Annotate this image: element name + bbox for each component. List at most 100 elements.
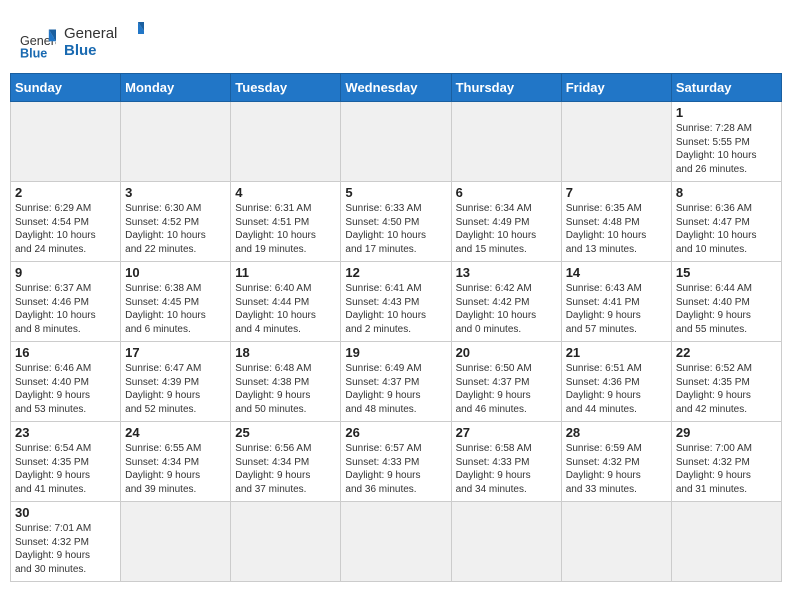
calendar-cell: 26Sunrise: 6:57 AMSunset: 4:33 PMDayligh…	[341, 422, 451, 502]
calendar-cell: 4Sunrise: 6:31 AMSunset: 4:51 PMDaylight…	[231, 182, 341, 262]
week-row-4: 16 Sunrise: 6:46 AMSunset: 4:40 PMDayligh…	[11, 342, 782, 422]
day-info: Sunrise: 6:50 AMSunset: 4:37 PMDaylight:…	[456, 362, 557, 416]
day-info: Sunrise: 6:54 AMSunset: 4:35 PMDaylight:…	[15, 442, 116, 496]
day-info: Sunrise: 6:59 AMSunset: 4:32 PMDaylight:…	[566, 442, 667, 496]
day-number: 3	[125, 185, 226, 200]
day-info: Sunrise: 6:38 AMSunset: 4:45 PMDaylight:…	[125, 282, 226, 336]
calendar-cell: 13 Sunrise: 6:42 AMSunset: 4:42 PMDayligh…	[451, 262, 561, 342]
day-info: Sunrise: 6:44 AMSunset: 4:40 PMDaylight:…	[676, 282, 777, 336]
week-row-2: 2 Sunrise: 6:29 AMSunset: 4:54 PMDaylight…	[11, 182, 782, 262]
col-header-friday: Friday	[561, 74, 671, 102]
calendar-cell: 9Sunrise: 6:37 AMSunset: 4:46 PMDaylight…	[11, 262, 121, 342]
calendar-cell: 11Sunrise: 6:40 AMSunset: 4:44 PMDayligh…	[231, 262, 341, 342]
col-header-thursday: Thursday	[451, 74, 561, 102]
day-info: Sunrise: 6:41 AMSunset: 4:43 PMDaylight:…	[345, 282, 446, 336]
day-number: 21	[566, 345, 667, 360]
day-info: Sunrise: 6:30 AMSunset: 4:52 PMDaylight:…	[125, 202, 226, 256]
day-info: Sunrise: 7:28 AMSunset: 5:55 PMDaylight:…	[676, 122, 777, 176]
calendar-cell: 22Sunrise: 6:52 AMSunset: 4:35 PMDayligh…	[671, 342, 781, 422]
calendar-cell	[11, 102, 121, 182]
calendar-table: SundayMondayTuesdayWednesdayThursdayFrid…	[10, 73, 782, 582]
day-info: Sunrise: 6:40 AMSunset: 4:44 PMDaylight:…	[235, 282, 336, 336]
svg-text:Blue: Blue	[64, 42, 97, 59]
day-info: Sunrise: 6:47 AMSunset: 4:39 PMDaylight:…	[125, 362, 226, 416]
day-info: Sunrise: 6:42 AMSunset: 4:42 PMDaylight:…	[456, 282, 557, 336]
day-info: Sunrise: 7:00 AMSunset: 4:32 PMDaylight:…	[676, 442, 777, 496]
calendar-cell: 7Sunrise: 6:35 AMSunset: 4:48 PMDaylight…	[561, 182, 671, 262]
page-header: General Blue General Blue	[10, 10, 782, 73]
day-info: Sunrise: 6:46 AMSunset: 4:40 PMDaylight:…	[15, 362, 116, 416]
day-info: Sunrise: 6:51 AMSunset: 4:36 PMDaylight:…	[566, 362, 667, 416]
day-number: 13	[456, 265, 557, 280]
day-info: Sunrise: 6:33 AMSunset: 4:50 PMDaylight:…	[345, 202, 446, 256]
day-number: 6	[456, 185, 557, 200]
day-number: 30	[15, 505, 116, 520]
calendar-cell: 10Sunrise: 6:38 AMSunset: 4:45 PMDayligh…	[121, 262, 231, 342]
calendar-cell: 24 Sunrise: 6:55 AMSunset: 4:34 PMDayligh…	[121, 422, 231, 502]
calendar-cell: 20Sunrise: 6:50 AMSunset: 4:37 PMDayligh…	[451, 342, 561, 422]
day-info: Sunrise: 6:55 AMSunset: 4:34 PMDaylight:…	[125, 442, 226, 496]
col-header-tuesday: Tuesday	[231, 74, 341, 102]
day-number: 19	[345, 345, 446, 360]
calendar-cell: 6 Sunrise: 6:34 AMSunset: 4:49 PMDaylight…	[451, 182, 561, 262]
calendar-cell: 18Sunrise: 6:48 AMSunset: 4:38 PMDayligh…	[231, 342, 341, 422]
logo: General Blue General Blue	[20, 20, 144, 65]
calendar-cell: 14 Sunrise: 6:43 AMSunset: 4:41 PMDayligh…	[561, 262, 671, 342]
day-info: Sunrise: 6:43 AMSunset: 4:41 PMDaylight:…	[566, 282, 667, 336]
week-row-6: 30Sunrise: 7:01 AMSunset: 4:32 PMDayligh…	[11, 502, 782, 582]
day-info: Sunrise: 6:56 AMSunset: 4:34 PMDaylight:…	[235, 442, 336, 496]
logo-svg: General Blue	[64, 20, 144, 60]
calendar-cell: 8 Sunrise: 6:36 AMSunset: 4:47 PMDaylight…	[671, 182, 781, 262]
col-header-sunday: Sunday	[11, 74, 121, 102]
col-header-wednesday: Wednesday	[341, 74, 451, 102]
svg-text:Blue: Blue	[20, 46, 47, 60]
day-number: 8	[676, 185, 777, 200]
day-info: Sunrise: 6:48 AMSunset: 4:38 PMDaylight:…	[235, 362, 336, 416]
day-number: 9	[15, 265, 116, 280]
calendar-cell	[231, 102, 341, 182]
col-header-saturday: Saturday	[671, 74, 781, 102]
calendar-cell: 1 Sunrise: 7:28 AMSunset: 5:55 PMDaylight…	[671, 102, 781, 182]
day-info: Sunrise: 6:29 AMSunset: 4:54 PMDaylight:…	[15, 202, 116, 256]
day-number: 1	[676, 105, 777, 120]
day-number: 23	[15, 425, 116, 440]
calendar-cell: 12 Sunrise: 6:41 AMSunset: 4:43 PMDayligh…	[341, 262, 451, 342]
col-header-monday: Monday	[121, 74, 231, 102]
calendar-cell: 25 Sunrise: 6:56 AMSunset: 4:34 PMDayligh…	[231, 422, 341, 502]
calendar-cell: 30Sunrise: 7:01 AMSunset: 4:32 PMDayligh…	[11, 502, 121, 582]
day-number: 17	[125, 345, 226, 360]
day-number: 12	[345, 265, 446, 280]
day-info: Sunrise: 6:36 AMSunset: 4:47 PMDaylight:…	[676, 202, 777, 256]
calendar-cell: 29Sunrise: 7:00 AMSunset: 4:32 PMDayligh…	[671, 422, 781, 502]
day-number: 25	[235, 425, 336, 440]
day-info: Sunrise: 6:49 AMSunset: 4:37 PMDaylight:…	[345, 362, 446, 416]
day-info: Sunrise: 6:31 AMSunset: 4:51 PMDaylight:…	[235, 202, 336, 256]
calendar-cell	[341, 102, 451, 182]
day-number: 16	[15, 345, 116, 360]
calendar-cell: 28 Sunrise: 6:59 AMSunset: 4:32 PMDayligh…	[561, 422, 671, 502]
day-number: 28	[566, 425, 667, 440]
calendar-cell: 3 Sunrise: 6:30 AMSunset: 4:52 PMDaylight…	[121, 182, 231, 262]
day-number: 24	[125, 425, 226, 440]
day-number: 22	[676, 345, 777, 360]
calendar-cell: 21 Sunrise: 6:51 AMSunset: 4:36 PMDayligh…	[561, 342, 671, 422]
day-info: Sunrise: 6:34 AMSunset: 4:49 PMDaylight:…	[456, 202, 557, 256]
calendar-cell: 27Sunrise: 6:58 AMSunset: 4:33 PMDayligh…	[451, 422, 561, 502]
calendar-cell	[561, 502, 671, 582]
calendar-cell	[341, 502, 451, 582]
svg-text:General: General	[64, 25, 117, 42]
calendar-cell	[671, 502, 781, 582]
week-row-3: 9Sunrise: 6:37 AMSunset: 4:46 PMDaylight…	[11, 262, 782, 342]
day-number: 14	[566, 265, 667, 280]
day-info: Sunrise: 6:35 AMSunset: 4:48 PMDaylight:…	[566, 202, 667, 256]
calendar-cell	[451, 502, 561, 582]
calendar-cell: 5Sunrise: 6:33 AMSunset: 4:50 PMDaylight…	[341, 182, 451, 262]
day-info: Sunrise: 6:57 AMSunset: 4:33 PMDaylight:…	[345, 442, 446, 496]
calendar-cell	[561, 102, 671, 182]
calendar-header-row: SundayMondayTuesdayWednesdayThursdayFrid…	[11, 74, 782, 102]
calendar-cell: 23 Sunrise: 6:54 AMSunset: 4:35 PMDayligh…	[11, 422, 121, 502]
day-number: 2	[15, 185, 116, 200]
calendar-cell: 16 Sunrise: 6:46 AMSunset: 4:40 PMDayligh…	[11, 342, 121, 422]
calendar-cell	[451, 102, 561, 182]
week-row-5: 23 Sunrise: 6:54 AMSunset: 4:35 PMDayligh…	[11, 422, 782, 502]
